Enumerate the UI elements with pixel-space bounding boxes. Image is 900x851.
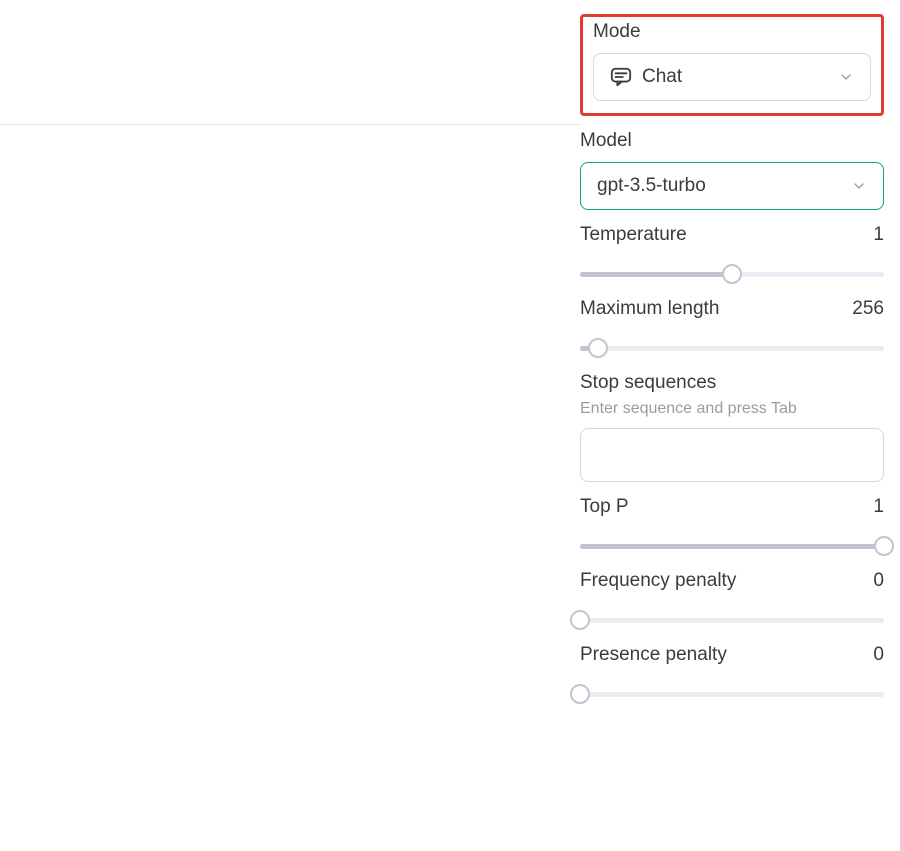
presence-penalty-section: Presence penalty 0 bbox=[580, 644, 884, 704]
slider-thumb[interactable] bbox=[570, 684, 590, 704]
max-length-section: Maximum length 256 bbox=[580, 298, 884, 358]
max-length-slider[interactable] bbox=[580, 338, 884, 358]
temperature-section: Temperature 1 bbox=[580, 224, 884, 284]
chevron-down-icon bbox=[838, 69, 854, 85]
stop-sequences-label: Stop sequences bbox=[580, 372, 884, 394]
presence-penalty-slider[interactable] bbox=[580, 684, 884, 704]
slider-thumb[interactable] bbox=[874, 536, 894, 556]
max-length-label: Maximum length bbox=[580, 298, 719, 320]
top-p-label: Top P bbox=[580, 496, 629, 518]
frequency-penalty-value: 0 bbox=[873, 570, 884, 592]
stop-sequences-input[interactable] bbox=[580, 428, 884, 482]
mode-select[interactable]: Chat bbox=[593, 53, 871, 101]
chat-icon bbox=[610, 66, 632, 88]
stop-sequences-section: Stop sequences Enter sequence and press … bbox=[580, 372, 884, 482]
model-label: Model bbox=[580, 130, 884, 152]
presence-penalty-label: Presence penalty bbox=[580, 644, 727, 666]
presence-penalty-value: 0 bbox=[873, 644, 884, 666]
frequency-penalty-slider[interactable] bbox=[580, 610, 884, 630]
top-p-section: Top P 1 bbox=[580, 496, 884, 556]
model-value: gpt-3.5-turbo bbox=[597, 175, 706, 197]
frequency-penalty-section: Frequency penalty 0 bbox=[580, 570, 884, 630]
top-p-slider[interactable] bbox=[580, 536, 884, 556]
model-section: Model gpt-3.5-turbo bbox=[580, 130, 884, 210]
main-canvas bbox=[0, 0, 580, 851]
max-length-value: 256 bbox=[852, 298, 884, 320]
divider bbox=[0, 124, 580, 125]
settings-panel: Mode Chat Model gpt-3.5-turbo bbox=[580, 0, 900, 851]
top-p-value: 1 bbox=[873, 496, 884, 518]
slider-thumb[interactable] bbox=[722, 264, 742, 284]
mode-label: Mode bbox=[593, 21, 871, 43]
chevron-down-icon bbox=[851, 178, 867, 194]
temperature-value: 1 bbox=[873, 224, 884, 246]
mode-section-highlight: Mode Chat bbox=[580, 14, 884, 116]
stop-sequences-hint: Enter sequence and press Tab bbox=[580, 400, 884, 418]
slider-thumb[interactable] bbox=[570, 610, 590, 630]
temperature-slider[interactable] bbox=[580, 264, 884, 284]
temperature-label: Temperature bbox=[580, 224, 687, 246]
mode-value: Chat bbox=[642, 66, 682, 88]
slider-thumb[interactable] bbox=[588, 338, 608, 358]
frequency-penalty-label: Frequency penalty bbox=[580, 570, 736, 592]
model-select[interactable]: gpt-3.5-turbo bbox=[580, 162, 884, 210]
